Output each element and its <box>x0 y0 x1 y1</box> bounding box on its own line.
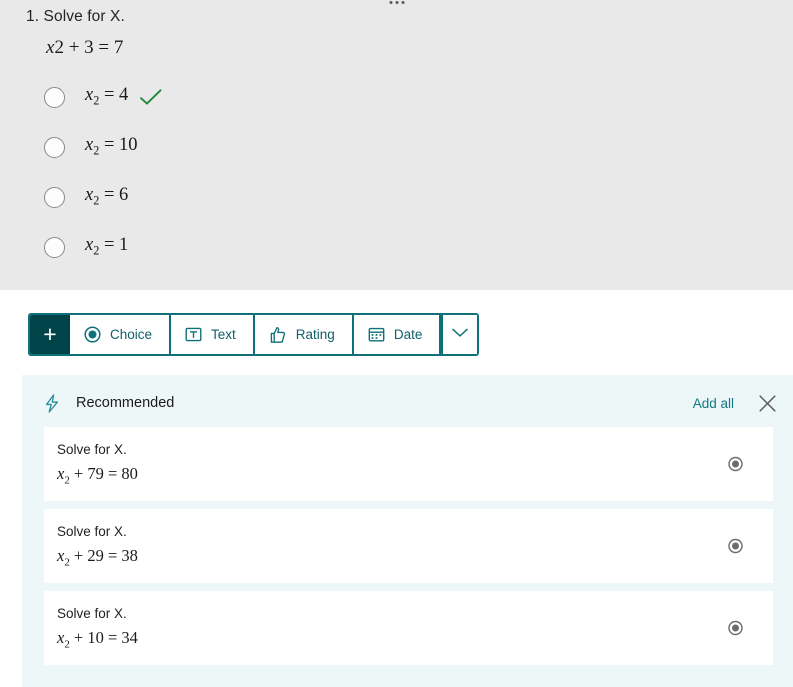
recommended-card-equation: x2 + 79 = 80 <box>57 464 773 486</box>
question-option-row[interactable]: x2 = 4 <box>44 84 162 110</box>
thumbs-up-icon <box>269 326 287 344</box>
recommended-panel: Recommended Add all Solve for X. x2 + 79… <box>22 375 793 687</box>
recommended-card[interactable]: Solve for X. x2 + 79 = 80 <box>44 427 773 501</box>
tool-button-label: Text <box>211 327 236 342</box>
question-option-label: x2 = 1 <box>85 235 128 259</box>
option-variable: x <box>85 135 94 156</box>
radio-unchecked-icon[interactable] <box>44 186 65 208</box>
recommended-card-list: Solve for X. x2 + 79 = 80 Solve for X. x… <box>44 427 773 673</box>
option-variable: x <box>85 235 94 256</box>
radio-unchecked-icon[interactable] <box>44 236 65 258</box>
recommended-card[interactable]: Solve for X. x2 + 29 = 38 <box>44 509 773 583</box>
option-variable: x <box>85 85 94 106</box>
add-all-button[interactable]: Add all <box>693 396 734 411</box>
text-box-t-icon <box>185 326 202 343</box>
question-card[interactable]: 1. Solve for X. x2 + 3 = 7 x2 = 4 x2 = 1… <box>0 0 793 290</box>
tool-button-label: Rating <box>295 327 335 342</box>
recommended-card-title: Solve for X. <box>57 606 127 621</box>
question-option-label: x2 = 4 <box>85 85 128 109</box>
recommended-card-equation: x2 + 10 = 34 <box>57 628 773 650</box>
calendar-icon <box>368 326 385 343</box>
checkmark-icon <box>140 89 162 105</box>
recommended-header: Recommended Add all <box>22 375 793 431</box>
recommended-card-title: Solve for X. <box>57 442 127 457</box>
option-rest: = 10 <box>99 135 138 156</box>
option-rest: = 1 <box>99 235 129 256</box>
question-option-row[interactable]: x2 = 6 <box>44 184 128 210</box>
equation-rest: + 29 = 38 <box>69 545 138 565</box>
add-question-button[interactable]: + <box>30 315 70 354</box>
tool-button-date[interactable]: Date <box>353 315 442 354</box>
question-equation-rest: + 3 = 7 <box>63 37 124 58</box>
tool-button-rating[interactable]: Rating <box>254 315 354 354</box>
equation-rest: + 79 = 80 <box>69 463 138 483</box>
question-equation-suffix: 2 <box>54 37 64 58</box>
option-rest: = 4 <box>99 85 129 106</box>
add-question-toolbar: + Choice Text Rating Date <box>28 313 480 356</box>
radio-unchecked-icon[interactable] <box>44 136 65 158</box>
plus-icon: + <box>43 321 57 347</box>
page-title: 1. Solve for X. <box>26 8 125 25</box>
ellipsis-horizontal-icon[interactable] <box>389 1 404 4</box>
radio-unchecked-icon[interactable] <box>44 86 65 108</box>
tool-button-text[interactable]: Text <box>171 315 255 354</box>
question-option-label: x2 = 6 <box>85 185 128 209</box>
tool-button-choice[interactable]: Choice <box>70 315 172 354</box>
radio-checked-grey-icon <box>728 456 743 472</box>
question-equation: x2 + 3 = 7 <box>46 37 123 59</box>
tool-button-label: Date <box>393 327 423 342</box>
equation-rest: + 10 = 34 <box>69 627 138 647</box>
question-option-label: x2 = 10 <box>85 135 138 159</box>
recommended-card[interactable]: Solve for X. x2 + 10 = 34 <box>44 591 773 665</box>
question-option-row[interactable]: x2 = 10 <box>44 134 138 160</box>
recommended-title: Recommended <box>76 395 175 411</box>
tool-button-label: Choice <box>110 327 153 342</box>
recommended-card-title: Solve for X. <box>57 524 127 539</box>
chevron-down-icon <box>451 326 469 344</box>
option-rest: = 6 <box>99 185 129 206</box>
radio-checked-grey-icon <box>728 538 743 554</box>
recommended-actions: Add all <box>693 394 777 413</box>
radio-checked-icon <box>84 326 101 343</box>
option-variable: x <box>85 185 94 206</box>
more-question-types-button[interactable] <box>441 315 478 354</box>
question-option-row[interactable]: x2 = 1 <box>44 234 128 260</box>
lightning-bolt-icon <box>44 393 61 413</box>
radio-checked-grey-icon <box>728 620 743 636</box>
close-x-icon[interactable] <box>758 394 777 413</box>
recommended-card-equation: x2 + 29 = 38 <box>57 546 773 568</box>
